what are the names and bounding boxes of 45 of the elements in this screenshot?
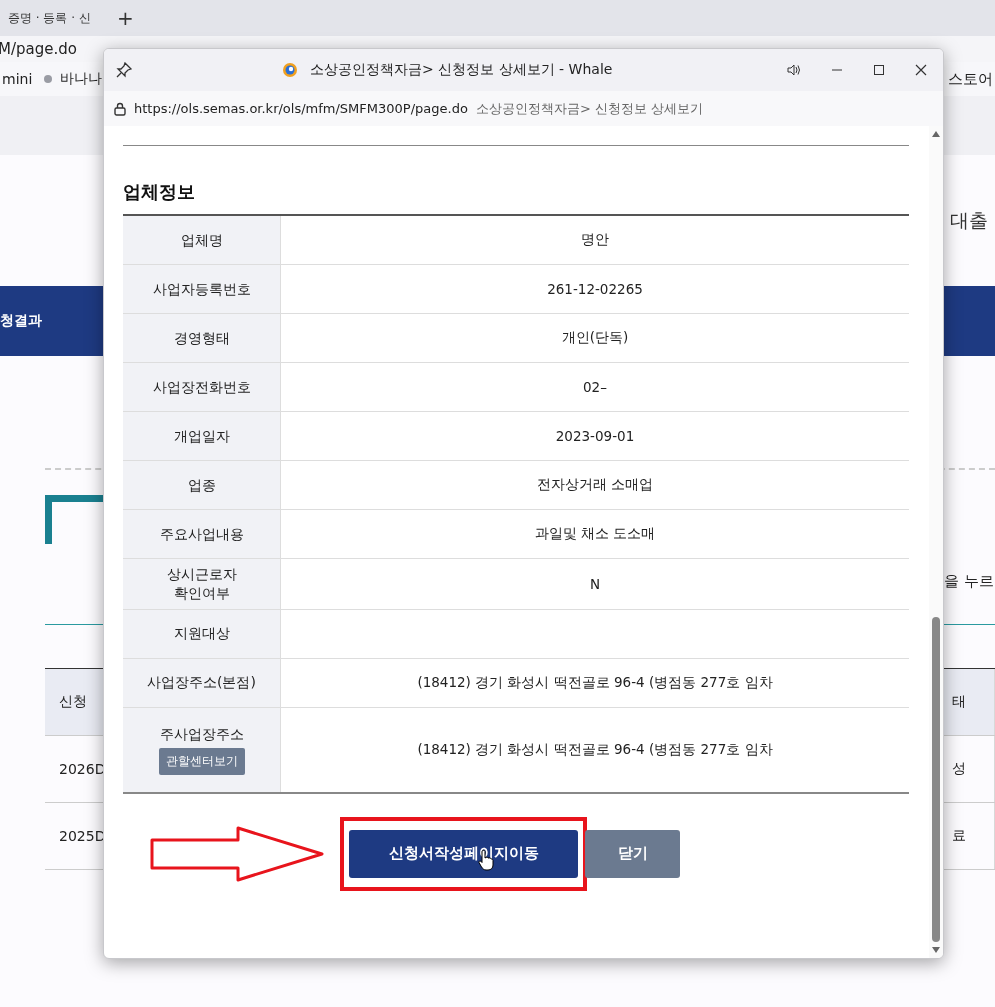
- bookmark-item[interactable]: mini: [2, 71, 33, 87]
- field-value: (18412) 경기 화성시 떡전골로 96-4 (병점동 277호 임차: [417, 673, 773, 692]
- page-title-text: 소상공인정책자금> 신청정보 상세보기: [475, 99, 704, 118]
- field-label: 사업자등록번호: [152, 279, 251, 299]
- window-title: 소상공인정책자금> 신청정보 상세보기 - Whale: [310, 61, 613, 79]
- go-to-application-button[interactable]: 신청서작성페이지이동: [349, 829, 578, 878]
- bookmark-dot-icon: [44, 75, 53, 83]
- lock-icon: [114, 101, 126, 116]
- scroll-up-icon: [931, 130, 941, 138]
- new-tab-button[interactable]: +: [116, 6, 134, 30]
- field-value: 개인(단독): [561, 329, 629, 347]
- speaker-icon: [787, 64, 801, 76]
- field-value: 과일및 채소 도소매: [534, 525, 656, 543]
- bookmark-item[interactable]: 바나나: [60, 70, 103, 88]
- field-value: 전자상거래 소매업: [536, 476, 654, 494]
- field-label: 지원대상: [173, 624, 230, 644]
- scrollbar-thumb[interactable]: [932, 617, 940, 942]
- url-text: https://ols.semas.or.kr/ols/mfm/SMFM300P/page.do: [134, 101, 468, 116]
- browser-logo-icon: [282, 62, 298, 78]
- field-value: N: [589, 575, 601, 592]
- page-heading: 대출: [950, 207, 988, 233]
- field-label: 업종: [187, 475, 216, 495]
- browser-tab[interactable]: 증명 · 등록 · 신: [8, 9, 91, 27]
- field-value: (18412) 경기 화성시 떡전골로 96-4 (병점동 277호 임차: [417, 740, 773, 759]
- field-label: 주요사업내용: [159, 524, 244, 544]
- scroll-down-icon: [931, 946, 941, 954]
- maximize-icon: [873, 64, 885, 76]
- field-label: 사업장전화번호: [152, 377, 251, 397]
- field-value: 02–: [583, 379, 607, 395]
- center-view-button[interactable]: 관할센터보기: [158, 747, 245, 775]
- pin-icon: [116, 62, 132, 78]
- bookmark-item[interactable]: 스토어: [948, 69, 993, 89]
- instruction-text: 을 누르: [944, 572, 994, 591]
- field-label: 업체명: [180, 230, 223, 250]
- section-title: 업체정보: [123, 180, 196, 204]
- nav-tab[interactable]: 청결과: [0, 312, 42, 330]
- field-label: 경영형태: [173, 328, 230, 348]
- field-value: 261-12-02265: [547, 281, 643, 297]
- field-value: 2023-09-01: [555, 428, 635, 444]
- field-label: 상시근로자 확인여부: [166, 565, 237, 603]
- close-icon: [915, 64, 927, 76]
- close-button[interactable]: 닫기: [585, 829, 680, 878]
- field-value: 명안: [581, 231, 609, 249]
- field-label: 개업일자: [173, 426, 230, 446]
- address-text: M/page.do: [0, 40, 77, 58]
